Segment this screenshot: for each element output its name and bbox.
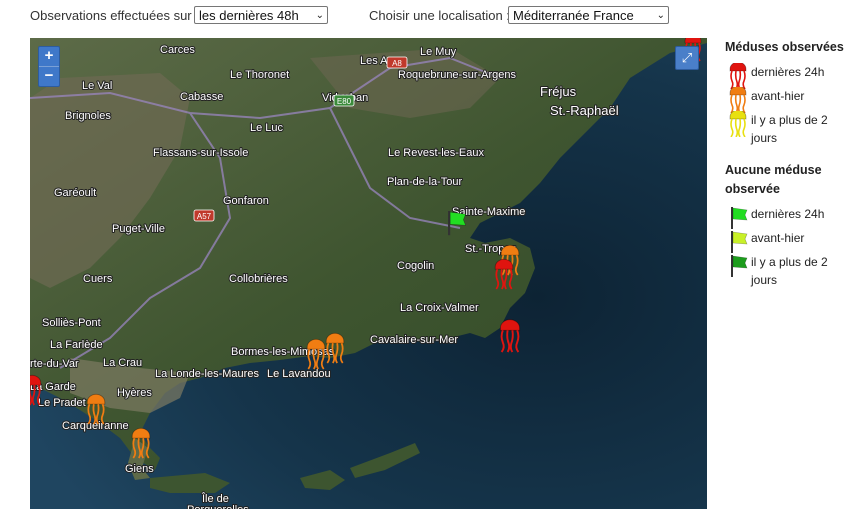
expand-icon[interactable]: ⤢: [675, 46, 699, 70]
location-label: Choisir une localisation :: [369, 8, 510, 23]
legend-item: dernières 24h: [725, 63, 850, 89]
chevron-down-icon: ⌄: [315, 10, 324, 21]
place-label: La Crau: [103, 357, 142, 369]
road-shield: A8: [386, 56, 408, 69]
place-label: Le Luc: [250, 122, 284, 134]
place-label: Porquerolles: [187, 504, 249, 509]
legend-item: avant-hier: [725, 229, 850, 253]
satellite-map[interactable]: Carces Le Muy Les Arcs Le Val Le Thoronet Roq…: [30, 38, 707, 509]
place-label: Le Pradet: [38, 397, 86, 409]
legend-item-label: il y a plus de 2 jours: [751, 255, 828, 287]
place-label: Le Revest-les-Eaux: [388, 147, 484, 159]
place-label: Garéoult: [54, 187, 96, 199]
zoom-in-button[interactable]: +: [39, 47, 59, 66]
place-label: Plan-de-la-Tour: [387, 176, 463, 188]
flag-icon: [731, 207, 748, 229]
legend-item-label: dernières 24h: [751, 65, 825, 79]
jellyfish-icon: [729, 63, 747, 89]
place-label: Giens: [125, 463, 154, 475]
zoom-control: + −: [38, 46, 60, 87]
jellyfish-icon: [729, 87, 747, 113]
place-label: Carces: [160, 44, 195, 56]
legend-observed-title: Méduses observées: [725, 40, 844, 54]
place-label: Cogolin: [397, 260, 434, 272]
place-label: Cuers: [83, 273, 113, 285]
location-select[interactable]: Méditerranée France ⌄: [508, 6, 669, 24]
place-label: Gonfaron: [223, 195, 269, 207]
place-label: La Farlède: [50, 339, 103, 351]
zoom-out-button[interactable]: −: [39, 66, 59, 86]
place-label: Puget-Ville: [112, 223, 165, 235]
place-label: Le Val: [82, 80, 112, 92]
flag-icon: [731, 231, 748, 253]
period-label: Observations effectuées sur :: [30, 8, 199, 23]
place-label: Collobrières: [229, 273, 288, 285]
jellyfish-icon: [729, 63, 747, 89]
jellyfish-icon: [729, 87, 747, 113]
chevron-down-icon: ⌄: [656, 10, 665, 21]
road-shield: A57: [193, 209, 215, 222]
legend-item-label: dernières 24h: [751, 207, 825, 221]
place-label: Fréjus: [540, 84, 577, 99]
jellyfish-icon: [729, 111, 747, 137]
svg-text:E80: E80: [337, 97, 352, 106]
legend-item-label: il y a plus de 2 jours: [751, 113, 828, 145]
legend-item: avant-hier: [725, 87, 850, 113]
svg-text:A8: A8: [392, 59, 402, 68]
place-label: Le Thoronet: [230, 69, 289, 81]
legend-item: dernières 24h: [725, 205, 850, 229]
jellyfish-icon: [729, 111, 747, 137]
legend-item: il y a plus de 2 jours: [725, 111, 850, 147]
place-label: Cavalaire-sur-Mer: [370, 334, 458, 346]
legend-item: il y a plus de 2 jours: [725, 253, 850, 289]
period-select[interactable]: les dernières 48h ⌄: [194, 6, 328, 24]
legend-none-list: dernières 24h avant-hier il y a plus de …: [725, 205, 850, 289]
legend: Méduses observées dernières 24h avant-hi…: [725, 38, 850, 295]
period-select-value: les dernières 48h: [199, 8, 299, 23]
flag-icon: [731, 231, 748, 253]
controls-bar: Observations effectuées sur : les derniè…: [0, 0, 850, 34]
place-label: rte-du-Var: [30, 358, 79, 370]
place-label: Brignoles: [65, 110, 111, 122]
place-label: Cabasse: [180, 91, 223, 103]
legend-item-label: avant-hier: [751, 89, 805, 103]
place-label: Flassans-sur-Issole: [153, 147, 248, 159]
location-select-value: Méditerranée France: [513, 8, 634, 23]
place-label: La Londe-les-Maures: [155, 368, 259, 380]
place-label: Le Lavandou: [267, 368, 331, 380]
place-label: Roquebrune-sur-Argens: [398, 69, 517, 81]
road-shield: E80: [333, 94, 355, 107]
place-label: La Croix-Valmer: [400, 302, 479, 314]
map-canvas[interactable]: Carces Le MuyLes ArcsLe ValLe Thoronet Roq…: [30, 38, 707, 509]
place-label: Le Muy: [420, 46, 457, 58]
legend-none-title: Aucune méduse observée: [725, 163, 822, 196]
flag-icon: [731, 255, 748, 277]
svg-text:A57: A57: [197, 212, 212, 221]
flag-icon: [731, 207, 748, 229]
legend-observed-list: dernières 24h avant-hier il y a plus de …: [725, 63, 850, 147]
place-label: Solliès-Pont: [42, 317, 101, 329]
flag-icon: [731, 255, 748, 277]
place-label: St.-Raphaël: [550, 103, 619, 118]
place-label: Hyères: [117, 387, 152, 399]
legend-item-label: avant-hier: [751, 231, 805, 245]
